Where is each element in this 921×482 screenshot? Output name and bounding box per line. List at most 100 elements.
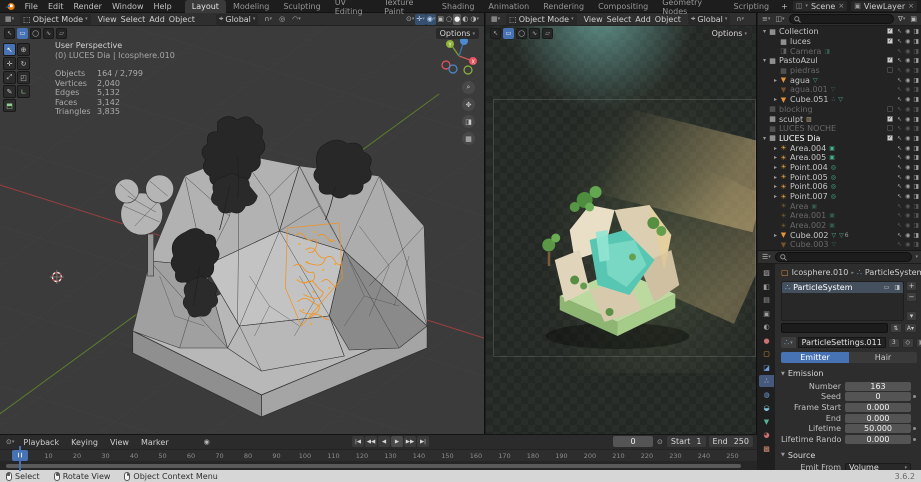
expand-icon[interactable]: ▾ [761, 28, 768, 35]
select-toggle-icon[interactable]: ↖ [897, 145, 902, 152]
hide-viewport-toggle-icon[interactable]: ◉ [905, 116, 910, 123]
sort-alpha-icon[interactable]: A▾ [904, 323, 917, 333]
users-count-button[interactable]: 3 [888, 338, 900, 348]
editor-type-icon[interactable]: ⊙▾ [5, 437, 15, 448]
breadcrumb-datablock[interactable]: ParticleSystem [865, 268, 921, 277]
view-layer-selector[interactable]: ▣ ViewLayer × [851, 1, 917, 11]
disable-render-toggle-icon[interactable]: ◨ [913, 193, 919, 200]
navigation-gizmo[interactable]: XY [440, 37, 478, 75]
mode-dropdown[interactable]: ⬚Object Mode▾ [506, 14, 576, 25]
outliner-row[interactable]: ☀Area.002▣↖◉◨ [758, 221, 921, 231]
select-lasso-tool-button[interactable]: ∿ [529, 28, 540, 39]
disable-render-toggle-icon[interactable]: ◨ [913, 106, 919, 113]
select-toggle-icon[interactable]: ↖ [897, 96, 902, 103]
hide-viewport-toggle-icon[interactable]: ◉ [905, 241, 910, 248]
fake-user-shield-icon[interactable]: ◇ [902, 338, 914, 348]
disable-render-toggle-icon[interactable]: ◨ [913, 116, 919, 123]
invert-filter-icon[interactable]: ⇅ [890, 323, 902, 333]
select-toggle-icon[interactable]: ↖ [897, 28, 902, 35]
tab-material[interactable]: ◕ [759, 429, 774, 441]
select-toggle-icon[interactable]: ↖ [897, 77, 902, 84]
tab-view-layer[interactable]: ▣ [759, 308, 774, 320]
scale-icon[interactable]: ⤢ [3, 71, 16, 84]
hide-viewport-toggle-icon[interactable]: ◉ [905, 106, 910, 113]
tab-render[interactable]: ◧ [759, 281, 774, 293]
hide-viewport-toggle-icon[interactable]: ◉ [905, 48, 910, 55]
outliner-row[interactable]: ◨Camera◨↖◉◨ [758, 46, 921, 56]
select-toggle-icon[interactable]: ↖ [897, 193, 902, 200]
preview-range-clock-icon[interactable]: ⊙ [656, 436, 664, 447]
outliner-search-input[interactable] [789, 14, 895, 24]
outliner-row[interactable]: ▸▼agua▽↖◉◨ [758, 75, 921, 85]
select-box-tool-button[interactable]: ▭ [503, 28, 514, 39]
tab-particles[interactable]: ∴ [759, 375, 774, 387]
hide-viewport-toggle-icon[interactable]: ◉ [905, 125, 910, 132]
disable-render-toggle-icon[interactable]: ◨ [913, 135, 919, 142]
unlink-scene-icon[interactable]: × [838, 2, 844, 10]
viewport-menu-select[interactable]: Select [605, 15, 634, 24]
xray-toggle-icon[interactable]: ▣ [436, 14, 445, 25]
outliner-row[interactable]: ▾▦LUCES Dia✓↖◉◨ [758, 134, 921, 144]
select-toggle-icon[interactable]: ↖ [897, 38, 902, 45]
disable-render-toggle-icon[interactable]: ◨ [913, 164, 919, 171]
new-collection-icon[interactable]: ▣ [909, 14, 918, 25]
hide-viewport-toggle-icon[interactable]: ◉ [905, 203, 910, 210]
select-toggle-icon[interactable]: ↖ [897, 154, 902, 161]
select-toggle-icon[interactable]: ↖ [897, 232, 902, 239]
rotate-icon[interactable]: ↻ [17, 57, 30, 70]
proportional-edit-icon[interactable]: ◎ [278, 14, 286, 25]
hide-viewport-toggle-icon[interactable]: ◉ [905, 232, 910, 239]
outliner-row[interactable]: ▸☀Point.005◎↖◉◨ [758, 172, 921, 182]
select-toggle-icon[interactable]: ↖ [897, 125, 902, 132]
hide-viewport-toggle-icon[interactable]: ◉ [905, 57, 910, 64]
viewport-menu-object[interactable]: Object [167, 15, 197, 24]
jump-to-start-button[interactable]: |◀ [352, 436, 364, 447]
specials-menu-button[interactable]: ▾ [906, 311, 917, 321]
collection-checkbox[interactable]: ✓ [887, 135, 893, 141]
disable-render-toggle-icon[interactable]: ◨ [913, 125, 919, 132]
options-dropdown[interactable]: Options▾ [708, 28, 751, 39]
disable-render-toggle-icon[interactable]: ◨ [913, 86, 919, 93]
cursor-tool-button[interactable]: ▱ [56, 28, 67, 39]
jump-to-end-button[interactable]: ▶| [417, 436, 429, 447]
hide-viewport-toggle-icon[interactable]: ◉ [905, 164, 910, 171]
options-chevron-icon[interactable]: ▾ [915, 254, 918, 260]
collection-checkbox[interactable]: ✓ [887, 28, 893, 34]
render-display-icon[interactable]: ◨ [894, 284, 900, 291]
disable-render-toggle-icon[interactable]: ◨ [913, 48, 919, 55]
menu-help[interactable]: Help [148, 2, 176, 11]
select-toggle-icon[interactable]: ↖ [897, 203, 902, 210]
select-toggle-icon[interactable]: ↖ [897, 48, 902, 55]
select-box-tool-button[interactable]: ▭ [17, 28, 28, 39]
pan-hand-icon[interactable]: ✥ [462, 98, 475, 111]
select-toggle-icon[interactable]: ↖ [897, 212, 902, 219]
workspace-tab-shading[interactable]: Shading [435, 0, 482, 13]
viewport-menu-add[interactable]: Add [147, 15, 167, 24]
new-datablock-icon[interactable]: ▣ [916, 338, 921, 348]
disable-render-toggle-icon[interactable]: ◨ [913, 241, 919, 248]
hide-viewport-toggle-icon[interactable]: ◉ [905, 183, 910, 190]
outliner-row[interactable]: ▦luces✓↖◉◨ [758, 37, 921, 47]
collection-checkbox[interactable]: ✓ [887, 57, 893, 63]
outliner-row[interactable]: ▾▦PastoAzul✓↖◉◨ [758, 56, 921, 66]
timeline-menu-marker[interactable]: Marker [139, 438, 171, 447]
workspace-tab-sculpting[interactable]: Sculpting [276, 0, 327, 13]
tweak-tool-button[interactable]: ↖ [490, 28, 501, 39]
workspace-tab-texture-paint[interactable]: Texture Paint [377, 0, 435, 13]
tab-output[interactable]: ▤ [759, 294, 774, 306]
workspace-tab-animation[interactable]: Animation [481, 0, 536, 13]
snap-magnet-icon[interactable]: ∩▾ [263, 14, 273, 25]
orientation-dropdown[interactable]: ⌖Global▾ [216, 14, 259, 25]
menu-file[interactable]: File [20, 2, 43, 11]
hide-viewport-toggle-icon[interactable]: ◉ [905, 193, 910, 200]
hide-viewport-toggle-icon[interactable]: ◉ [905, 38, 910, 45]
tab-object-data[interactable]: ▼ [759, 416, 774, 428]
workspace-tab-geometry-nodes[interactable]: Geometry Nodes [655, 0, 726, 13]
collection-checkbox[interactable] [887, 67, 893, 73]
viewport-menu-view[interactable]: View [582, 15, 605, 24]
play-button[interactable]: ▶ [391, 436, 403, 447]
workspace-tab-modeling[interactable]: Modeling [226, 0, 276, 13]
emission-panel-header[interactable]: ▼ Emission [781, 369, 917, 378]
falloff-icon[interactable]: ◠▾ [291, 14, 302, 25]
snap-magnet-icon[interactable]: ∩▾ [735, 14, 745, 25]
